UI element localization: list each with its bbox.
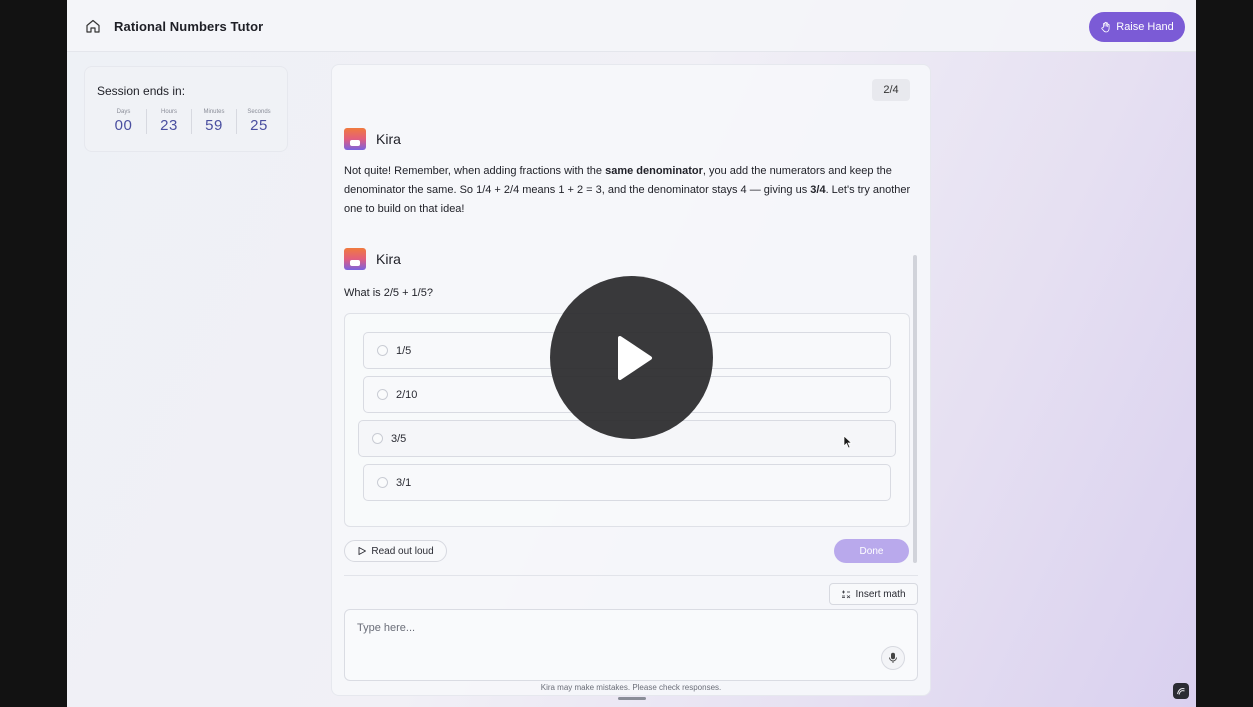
play-icon [617,335,652,380]
drag-handle[interactable] [618,697,646,700]
timer-unit-value: 59 [205,117,223,134]
hand-icon [1101,21,1110,33]
insert-math-button[interactable]: Insert math [829,583,918,605]
timer-unit-label: Seconds [247,109,271,115]
kira-avatar [344,128,366,150]
session-timer: Session ends in: Days 00 Hours 23 Minute… [84,66,288,152]
math-icon [842,590,851,599]
message-bold-text: same denominator [605,165,703,177]
chat-scrollbar[interactable] [913,255,917,563]
message-text: Not quite! Remember, when adding fractio… [344,165,606,177]
raise-hand-button[interactable]: Raise Hand [1089,12,1185,42]
radio-button[interactable] [377,389,388,400]
timer-unit-value: 00 [114,117,133,134]
radio-button[interactable] [372,433,383,444]
timer-unit-value: 25 [250,117,268,134]
mouse-cursor-icon [843,435,853,449]
timer-minutes: Minutes 59 [191,109,236,134]
timer-unit-label: Hours [160,109,177,115]
feedback-message: Not quite! Remember, when adding fractio… [344,162,916,219]
read-aloud-label: Read out loud [371,545,434,557]
letterbox-right [1196,0,1253,707]
play-small-icon [358,547,367,555]
letterbox-left [0,0,67,707]
divider [344,575,918,576]
progress-badge: 2/4 [872,79,910,101]
microphone-button[interactable] [881,646,905,670]
done-button[interactable]: Done [834,539,909,563]
message-sender: Kira [376,251,401,267]
microphone-icon [889,652,897,663]
play-button[interactable] [550,276,713,439]
timer-unit-value: 23 [160,117,178,134]
timer-hours: Hours 23 [146,109,191,134]
timer-seconds: Seconds 25 [236,109,281,134]
extension-glyph-icon [1177,688,1185,695]
app-title: Rational Numbers Tutor [114,19,264,34]
insert-math-label: Insert math [855,588,906,600]
timer-unit-label: Minutes [203,109,225,115]
disclaimer: Kira may make mistakes. Please check res… [540,683,722,692]
home-icon[interactable] [85,18,101,34]
option-label: 3/5 [391,432,407,445]
raise-hand-label: Raise Hand [1116,21,1174,33]
option-3-1[interactable]: 3/1 [363,464,891,501]
question-text: What is 2/5 + 1/5? [344,287,433,299]
timer-days: Days 00 [101,109,146,134]
timer-unit-label: Days [116,109,131,115]
kira-avatar [344,248,366,270]
option-label: 2/10 [396,388,418,401]
message-input[interactable] [345,610,917,680]
radio-button[interactable] [377,477,388,488]
option-label: 1/5 [396,344,412,357]
top-bar: Rational Numbers Tutor Raise Hand [67,0,1196,52]
timer-label: Session ends in: [97,84,186,98]
message-bold-text: 3/4 [810,184,826,196]
timer-units: Days 00 Hours 23 Minutes 59 Seconds 25 [101,109,281,134]
message-input-box [344,609,918,681]
read-aloud-button[interactable]: Read out loud [344,540,447,562]
option-label: 3/1 [396,476,412,489]
radio-button[interactable] [377,345,388,356]
message-sender: Kira [376,131,401,147]
extension-icon[interactable] [1173,683,1189,699]
